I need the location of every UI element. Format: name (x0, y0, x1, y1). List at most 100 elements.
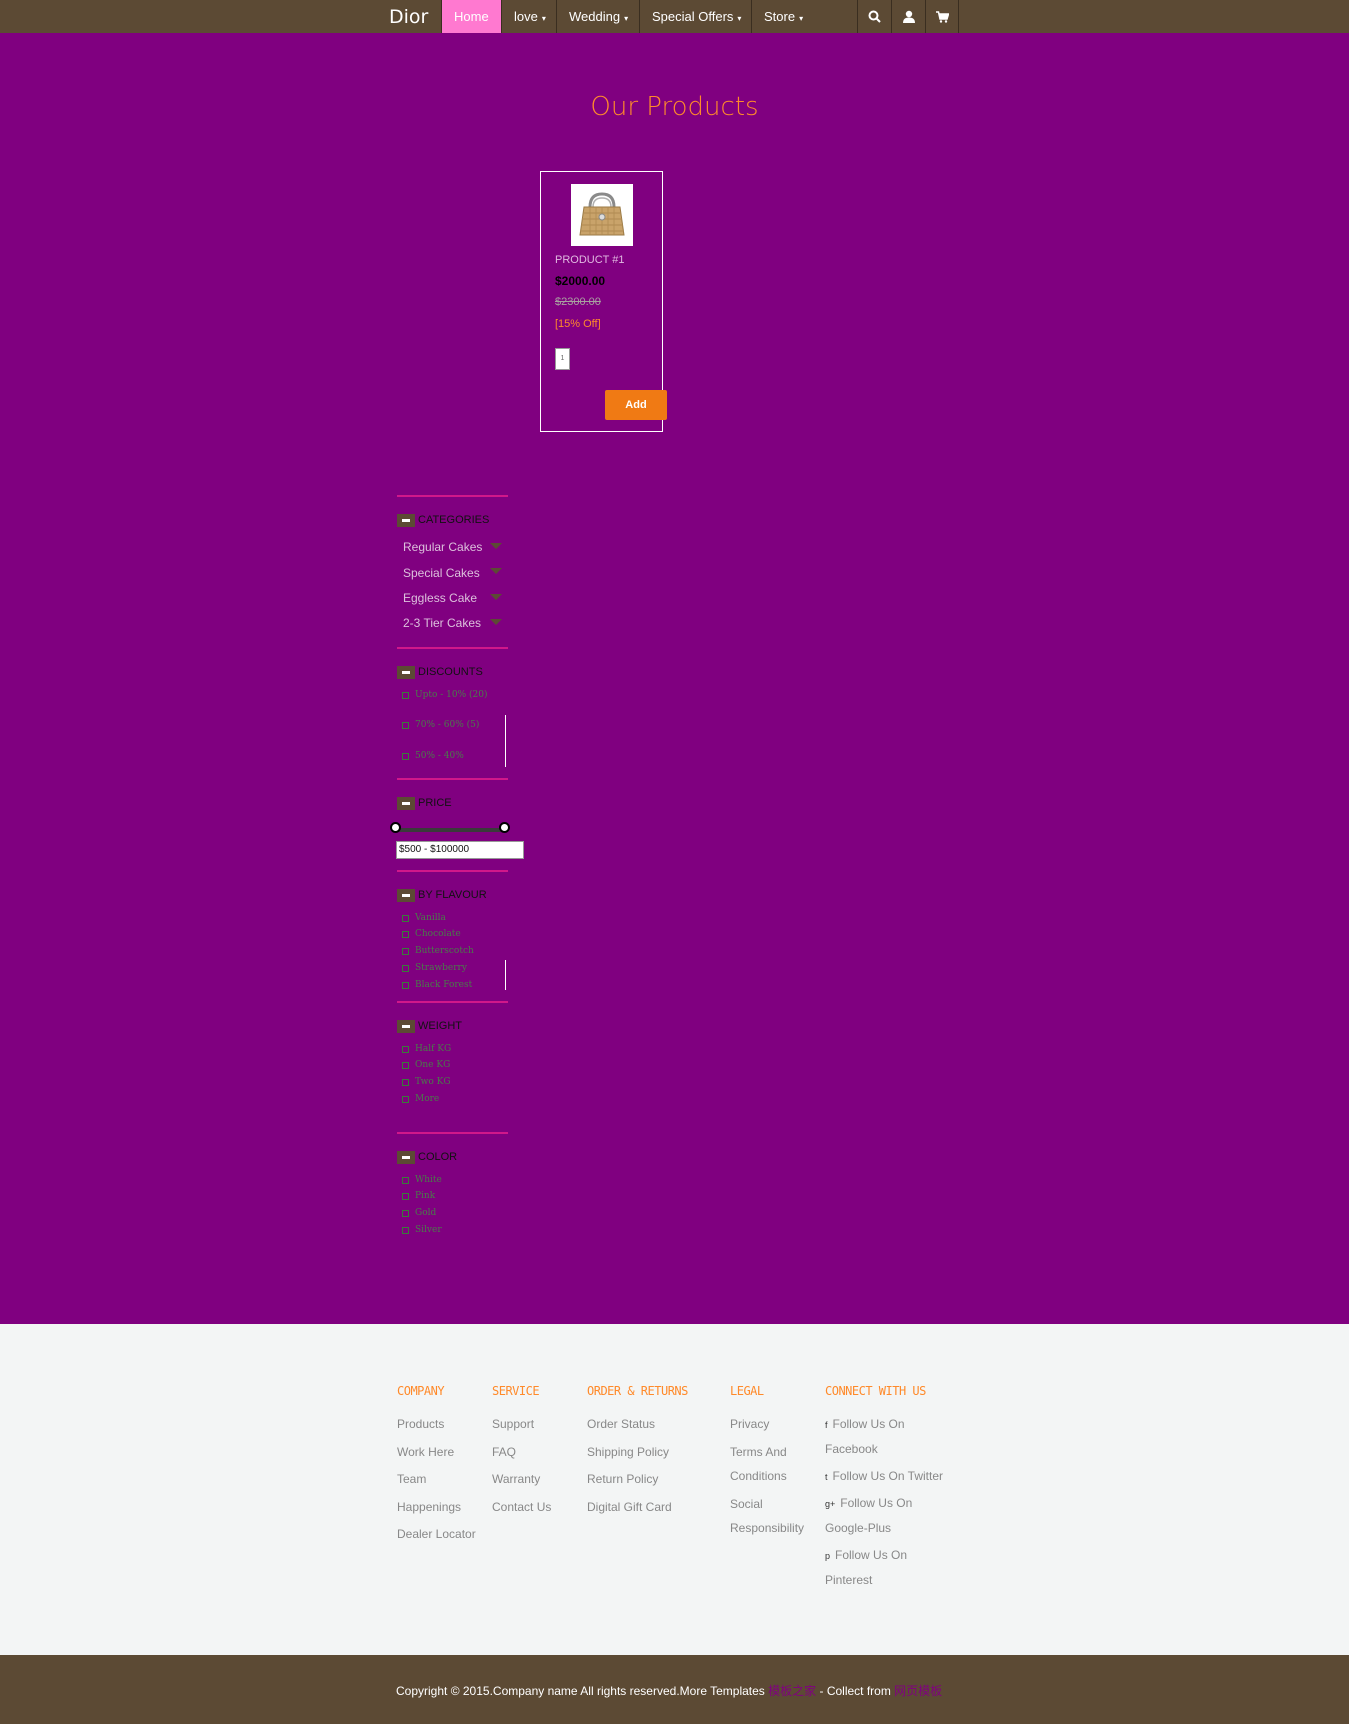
flavour-option[interactable]: Vanilla (415, 911, 446, 926)
footer-link[interactable]: Products (397, 1412, 444, 1436)
brand-logo[interactable]: Dior (389, 6, 428, 28)
caret-down-icon[interactable] (490, 619, 502, 625)
footer (0, 1324, 1349, 1655)
checkbox[interactable] (402, 931, 409, 938)
footer-link[interactable]: Support (492, 1412, 534, 1436)
nav-item-special-offers[interactable]: Special Offers ▾ (639, 0, 753, 33)
checkbox[interactable] (402, 1227, 409, 1234)
collapse-icon[interactable] (397, 1019, 415, 1033)
checkbox[interactable] (402, 1096, 409, 1103)
copyright-text: Copyright © 2015.Company name All rights… (396, 1684, 765, 1698)
nav-item-wedding[interactable]: Wedding ▾ (556, 0, 640, 33)
footer-link[interactable]: Dealer Locator (397, 1522, 476, 1546)
category-special-cakes[interactable]: Special Cakes (403, 566, 480, 580)
checkbox[interactable] (402, 1079, 409, 1086)
nav-item-love[interactable]: love ▾ (501, 0, 558, 33)
category-tier-cakes[interactable]: 2-3 Tier Cakes (403, 616, 481, 630)
weight-option[interactable]: More (415, 1092, 439, 1107)
product-image[interactable] (571, 184, 633, 246)
templates-link[interactable]: 模板之家 (768, 1684, 816, 1698)
footer-link[interactable]: Order Status (587, 1412, 655, 1436)
price-slider[interactable] (397, 828, 506, 832)
social-link-twitter[interactable]: t Follow Us On Twitter (825, 1464, 965, 1489)
account-button[interactable] (891, 0, 925, 33)
social-link-google-plus[interactable]: g+ Follow Us On Google-Plus (825, 1491, 950, 1540)
checkbox[interactable] (402, 1046, 409, 1053)
social-link-facebook[interactable]: f Follow Us On Facebook (825, 1412, 950, 1461)
social-link-pinterest[interactable]: p Follow Us On Pinterest (825, 1543, 950, 1592)
collapse-icon[interactable] (397, 888, 415, 902)
scrollbar[interactable] (505, 960, 506, 990)
collapse-icon[interactable] (397, 1150, 415, 1164)
flavour-option[interactable]: Black Forest (415, 978, 472, 993)
checkbox[interactable] (402, 753, 409, 760)
section-label: DISCOUNTS (418, 666, 483, 678)
price-range-input[interactable]: $500 - $100000 (396, 841, 524, 859)
flavour-option[interactable]: Chocolate (415, 927, 461, 942)
checkbox[interactable] (402, 1193, 409, 1200)
footer-heading-service: SERVICE (492, 1384, 540, 1398)
color-option[interactable]: White (415, 1173, 442, 1188)
footer-link[interactable]: Digital Gift Card (587, 1495, 672, 1519)
collapse-icon[interactable] (397, 665, 415, 679)
color-header[interactable]: COLOR (397, 1149, 457, 1165)
price-header[interactable]: PRICE (397, 795, 452, 811)
color-option[interactable]: Gold (415, 1206, 436, 1221)
discount-option[interactable]: Upto - 10% (20) (415, 688, 490, 703)
checkbox[interactable] (402, 1210, 409, 1217)
weight-option[interactable]: Two KG (415, 1075, 451, 1090)
add-to-cart-button[interactable]: Add (605, 390, 667, 420)
footer-link[interactable]: Social Responsibility (730, 1492, 815, 1540)
search-button[interactable] (857, 0, 891, 33)
chevron-down-icon: ▾ (799, 14, 804, 23)
checkbox[interactable] (402, 722, 409, 729)
footer-heading-legal: LEGAL (730, 1384, 764, 1398)
footer-link[interactable]: Happenings (397, 1495, 461, 1519)
weight-option[interactable]: One KG (415, 1058, 450, 1073)
flavour-option[interactable]: Strawberry (415, 961, 467, 976)
collect-from-link[interactable]: 网页模板 (894, 1684, 942, 1698)
weight-header[interactable]: WEIGHT (397, 1018, 462, 1034)
slider-max-handle[interactable] (499, 822, 510, 833)
quantity-input[interactable]: 1 (555, 348, 570, 370)
collapse-icon[interactable] (397, 513, 415, 527)
scrollbar[interactable] (505, 715, 506, 767)
checkbox[interactable] (402, 982, 409, 989)
discount-option[interactable]: 70% - 60% (5) (415, 718, 490, 733)
nav-item-home[interactable]: Home (441, 0, 501, 33)
discounts-header[interactable]: DISCOUNTS (397, 664, 483, 680)
checkbox[interactable] (402, 965, 409, 972)
footer-link[interactable]: Contact Us (492, 1495, 551, 1519)
cart-button[interactable] (925, 0, 959, 33)
product-name[interactable]: PRODUCT #1 (555, 254, 624, 266)
footer-link[interactable]: Team (397, 1467, 426, 1491)
categories-header[interactable]: CATEGORIES (397, 512, 489, 528)
checkbox[interactable] (402, 915, 409, 922)
checkbox[interactable] (402, 1062, 409, 1069)
footer-link[interactable]: Terms And Conditions (730, 1440, 810, 1488)
weight-option[interactable]: Half KG (415, 1042, 451, 1057)
caret-down-icon[interactable] (490, 568, 502, 574)
footer-link[interactable]: Shipping Policy (587, 1440, 669, 1464)
slider-min-handle[interactable] (390, 822, 401, 833)
collapse-icon[interactable] (397, 796, 415, 810)
footer-link[interactable]: Return Policy (587, 1467, 658, 1491)
flavour-option[interactable]: Butterscotch (415, 944, 474, 959)
color-option[interactable]: Pink (415, 1189, 435, 1204)
color-option[interactable]: Silver (415, 1223, 442, 1238)
footer-link[interactable]: FAQ (492, 1440, 516, 1464)
flavour-header[interactable]: BY FLAVOUR (397, 887, 487, 903)
checkbox[interactable] (402, 948, 409, 955)
caret-down-icon[interactable] (490, 594, 502, 600)
caret-down-icon[interactable] (490, 543, 502, 549)
category-regular-cakes[interactable]: Regular Cakes (403, 540, 482, 554)
footer-link[interactable]: Warranty (492, 1467, 540, 1491)
footer-link[interactable]: Work Here (397, 1440, 454, 1464)
checkbox[interactable] (402, 1177, 409, 1184)
footer-link[interactable]: Privacy (730, 1412, 769, 1436)
twitter-icon: t (825, 1472, 828, 1482)
discount-option[interactable]: 50% - 40% (415, 749, 464, 764)
checkbox[interactable] (402, 692, 409, 699)
nav-item-store[interactable]: Store ▾ (751, 0, 858, 33)
category-eggless-cake[interactable]: Eggless Cake (403, 591, 477, 605)
